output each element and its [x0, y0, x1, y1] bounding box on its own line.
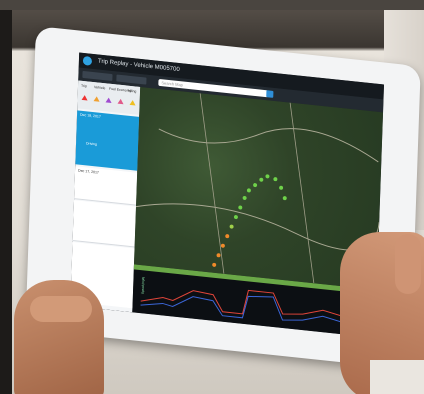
- trip-sidebar: Trip Vehicle Fuel Economy Idling Dec 18,…: [70, 80, 141, 313]
- right-sleeve: [370, 360, 424, 394]
- trip-item[interactable]: [72, 200, 137, 248]
- app-logo-icon: [82, 55, 93, 66]
- trip-date: Dec 17, 2017: [78, 168, 99, 175]
- track-point: [246, 188, 251, 193]
- legend-item: Idling: [127, 88, 137, 94]
- event-triangle-icon: [105, 97, 112, 103]
- event-triangle-icon: [129, 99, 136, 106]
- track-point: [253, 183, 258, 188]
- map-road: [135, 203, 380, 251]
- tablet-screen: Trip Replay - Vehicle M005700 Search Map…: [70, 52, 385, 338]
- background-left: [0, 10, 12, 394]
- legend-item: Trip: [80, 83, 88, 89]
- track-point: [238, 205, 243, 210]
- trip-item[interactable]: Dec 17, 2017: [74, 166, 138, 206]
- left-thumb: [30, 296, 92, 322]
- legend-row: Trip Vehicle Fuel Economy Idling: [77, 80, 141, 115]
- event-triangle-icon: [93, 96, 100, 102]
- legend-item: Vehicle: [93, 85, 106, 91]
- background-top: [0, 0, 424, 10]
- track-point: [242, 195, 247, 200]
- photo-scene: Trip Replay - Vehicle M005700 Search Map…: [0, 0, 424, 394]
- track-point: [216, 253, 221, 258]
- right-finger: [395, 234, 421, 294]
- track-point: [265, 174, 270, 179]
- event-triangle-icon: [81, 94, 88, 101]
- map-road: [158, 128, 379, 163]
- trip-track: [212, 174, 287, 267]
- map-road: [199, 93, 225, 274]
- time-picker[interactable]: [116, 74, 147, 85]
- track-point: [225, 234, 230, 239]
- track-point: [220, 243, 225, 248]
- track-point: [229, 224, 234, 229]
- event-triangle-icon: [117, 98, 124, 105]
- track-point: [212, 262, 217, 267]
- track-point: [259, 177, 264, 182]
- driving-label: Driving: [85, 141, 98, 147]
- track-point: [233, 215, 238, 220]
- trip-item-selected[interactable]: Dec 18, 2017 Driving: [75, 110, 140, 171]
- track-point: [273, 177, 278, 182]
- track-point: [279, 185, 284, 190]
- date-picker[interactable]: [82, 70, 113, 82]
- track-point: [282, 196, 287, 201]
- search-button[interactable]: [266, 90, 274, 98]
- trip-date: Dec 18, 2017: [79, 112, 101, 119]
